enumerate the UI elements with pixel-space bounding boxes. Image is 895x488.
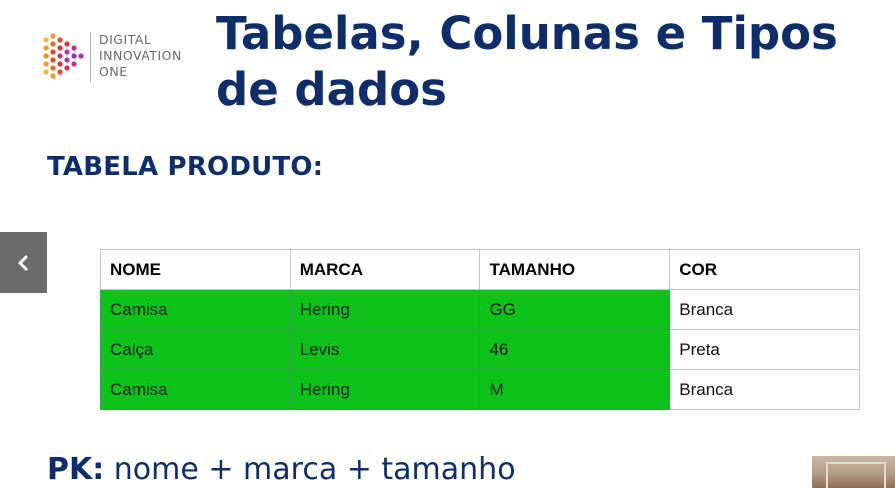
slide-title: Tabelas, Colunas e Tipos de dados — [216, 7, 838, 116]
table-cell: Camisa — [100, 289, 291, 330]
table-cell: M — [479, 369, 671, 410]
column-header-tamanho: TAMANHO — [479, 249, 671, 290]
slide-subtitle: TABELA PRODUTO: — [47, 152, 324, 182]
table-cell: Calça — [100, 329, 291, 370]
column-header-nome: NOME — [100, 249, 291, 290]
pk-value: nome + marca + tamanho — [113, 452, 516, 487]
table-cell: Preta — [669, 329, 860, 370]
webcam-thumbnail — [812, 456, 895, 488]
column-header-cor: COR — [669, 249, 860, 290]
logo-line-3: ONE — [99, 64, 128, 79]
table-row: Calça Levis 46 Preta — [100, 329, 860, 370]
column-header-marca: MARCA — [289, 249, 481, 290]
logo-wordmark: DIGITAL INNOVATION ONE — [99, 32, 182, 80]
logo-line-2: INNOVATION — [99, 48, 182, 63]
table-cell: GG — [479, 289, 671, 330]
chevron-left-icon — [18, 255, 28, 271]
table-cell: Hering — [289, 289, 481, 330]
table-cell: 46 — [479, 329, 671, 370]
webcam-background-frame — [826, 462, 886, 488]
table-cell: Branca — [669, 369, 860, 410]
table-cell: Hering — [289, 369, 481, 410]
dio-logo-icon — [43, 33, 84, 79]
table-cell: Camisa — [100, 369, 291, 410]
previous-slide-button[interactable] — [0, 232, 47, 293]
logo-divider — [90, 32, 91, 82]
product-table: NOME MARCA TAMANHO COR Camisa Hering GG … — [100, 249, 860, 410]
table-cell: Levis — [289, 329, 481, 370]
presentation-slide: DIGITAL INNOVATION ONE Tabelas, Colunas … — [0, 0, 895, 488]
pk-label: PK: — [47, 452, 105, 487]
table-row: Camisa Hering M Branca — [100, 369, 860, 410]
dio-logo: DIGITAL INNOVATION ONE — [42, 30, 212, 86]
logo-line-1: DIGITAL — [99, 32, 152, 47]
table-cell: Branca — [669, 289, 860, 330]
primary-key-line: PK: nome + marca + tamanho — [47, 448, 516, 488]
table-header-row: NOME MARCA TAMANHO COR — [100, 249, 860, 290]
table-row: Camisa Hering GG Branca — [100, 289, 860, 330]
